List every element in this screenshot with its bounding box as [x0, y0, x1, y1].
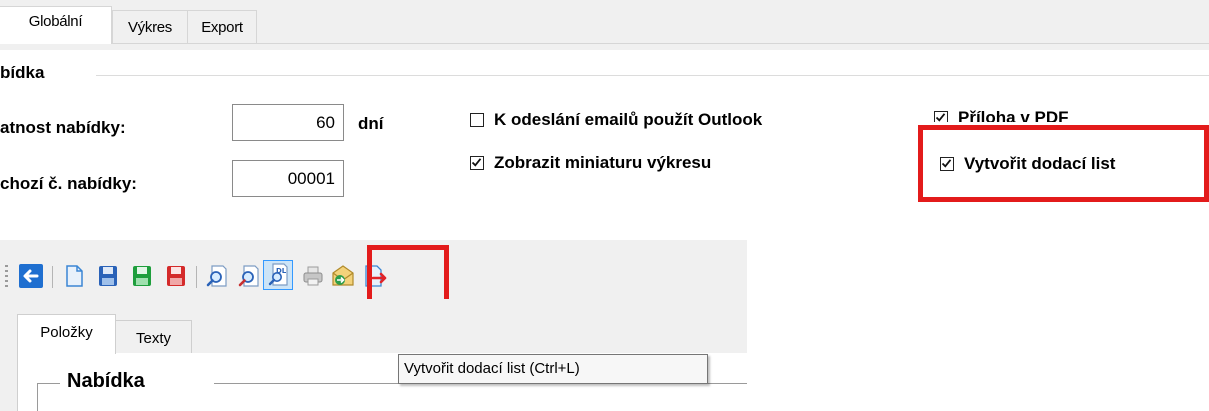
inner-group-title: Nabídka: [67, 370, 145, 392]
preview-alt-icon[interactable]: [236, 263, 262, 289]
checkbox-box[interactable]: [470, 113, 484, 127]
validity-unit: dní: [358, 114, 384, 133]
back-icon[interactable]: [18, 263, 44, 289]
group-divider: [96, 75, 1209, 76]
save-green-icon[interactable]: [129, 263, 155, 289]
checkbox-box[interactable]: [934, 111, 948, 122]
tab-items[interactable]: Položky: [17, 314, 116, 354]
save-red-icon[interactable]: [163, 263, 189, 289]
printer-icon[interactable]: [300, 263, 326, 289]
outlook-checkbox[interactable]: K odeslání emailů použít Outlook: [470, 110, 762, 130]
email-icon[interactable]: [330, 263, 356, 289]
preview-icon[interactable]: [204, 263, 230, 289]
group-border: [37, 383, 38, 411]
default-number-label: chozí č. nabídky:: [0, 174, 137, 193]
tab-strip-border: [0, 43, 1209, 44]
new-document-icon[interactable]: [61, 263, 87, 289]
validity-input[interactable]: 60: [232, 104, 344, 141]
validity-label: atnost nabídky:: [0, 118, 126, 137]
delivery-note-icon[interactable]: DL: [263, 260, 293, 290]
toolbar-grip[interactable]: [5, 265, 8, 287]
checkmark-icon: [935, 113, 946, 122]
tab-drawing[interactable]: Výkres: [112, 10, 188, 43]
highlight-frame: [918, 125, 1209, 202]
checkbox-box[interactable]: [470, 156, 484, 170]
thumbnail-checkbox-label: Zobrazit miniaturu výkresu: [494, 153, 712, 172]
tab-texts[interactable]: Texty: [116, 320, 192, 354]
save-blue-icon[interactable]: [95, 263, 121, 289]
default-number-input[interactable]: 00001: [232, 160, 344, 197]
outlook-checkbox-label: K odeslání emailů použít Outlook: [494, 110, 763, 129]
group-border: [37, 383, 60, 384]
tab-global[interactable]: Globální: [0, 6, 112, 44]
toolbar-separator: [196, 266, 197, 288]
tab-export[interactable]: Export: [187, 10, 257, 43]
group-title: bídka: [0, 63, 45, 82]
toolbar-separator: [52, 266, 53, 288]
checkmark-icon: [471, 158, 482, 167]
thumbnail-checkbox[interactable]: Zobrazit miniaturu výkresu: [470, 153, 711, 173]
tooltip: Vytvořit dodací list (Ctrl+L): [398, 354, 708, 384]
